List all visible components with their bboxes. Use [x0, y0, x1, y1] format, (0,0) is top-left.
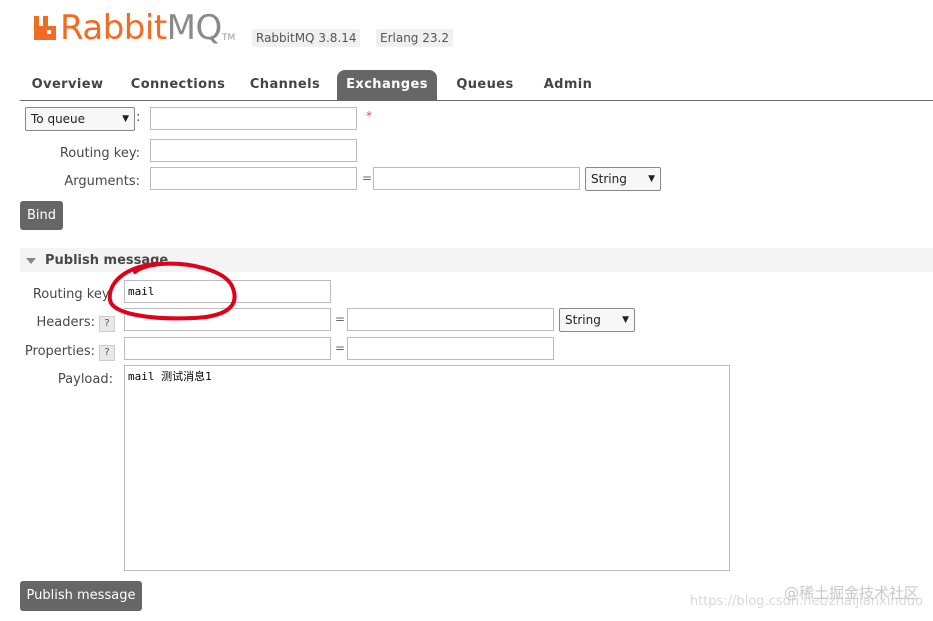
logo-trademark: TM: [222, 33, 236, 43]
watermark-text: @稀土掘金技术社区: [783, 584, 919, 602]
properties-help-icon[interactable]: ?: [99, 345, 115, 361]
payload-label: Payload:: [57, 372, 113, 387]
headers-label: Headers:: [36, 315, 96, 330]
header-equals: =: [335, 312, 346, 326]
binding-routing-key-label: Routing key:: [59, 146, 140, 161]
header-type-value: String: [565, 313, 601, 327]
chevron-down-icon: ▼: [122, 114, 129, 124]
rabbitmq-version-badge: RabbitMQ 3.8.14: [252, 29, 361, 47]
logo-mq: MQ: [166, 8, 223, 48]
tab-connections[interactable]: Connections: [122, 70, 234, 100]
argument-key-input[interactable]: [150, 167, 357, 190]
logo-rabbit: Rabbit: [60, 8, 167, 48]
tab-divider: [20, 100, 933, 101]
property-value-input[interactable]: [347, 337, 554, 360]
annotation-circle: [107, 261, 237, 321]
destination-input[interactable]: [150, 107, 357, 130]
argument-type-select[interactable]: String ▼: [585, 167, 661, 191]
payload-textarea[interactable]: mail 测试消息1: [124, 365, 730, 571]
erlang-version-badge: Erlang 23.2: [376, 29, 453, 47]
tab-queues[interactable]: Queues: [446, 70, 524, 100]
tab-exchanges[interactable]: Exchanges: [337, 70, 437, 100]
rabbitmq-logo-text: RabbitMQ: [60, 8, 222, 48]
property-equals: =: [335, 341, 346, 355]
binding-routing-key-input[interactable]: [150, 139, 357, 162]
tab-channels[interactable]: Channels: [240, 70, 330, 100]
chevron-down-icon: ▼: [622, 315, 629, 325]
header-value-input[interactable]: [347, 308, 554, 331]
arguments-label: Arguments:: [64, 174, 140, 189]
tab-overview[interactable]: Overview: [20, 70, 115, 100]
destination-type-value: To queue: [31, 112, 86, 126]
tab-admin[interactable]: Admin: [533, 70, 603, 100]
argument-equals: =: [362, 171, 373, 185]
destination-colon: :: [136, 110, 141, 125]
rabbitmq-logo-icon: [34, 16, 56, 40]
destination-type-select[interactable]: To queue ▼: [25, 107, 135, 131]
argument-value-input[interactable]: [373, 167, 580, 190]
property-key-input[interactable]: [124, 337, 331, 360]
collapse-triangle-icon[interactable]: [26, 258, 36, 264]
publish-message-button[interactable]: Publish message: [20, 581, 142, 611]
header-type-select[interactable]: String ▼: [559, 308, 635, 332]
argument-type-value: String: [591, 172, 627, 186]
properties-label: Properties:: [24, 344, 95, 359]
chevron-down-icon: ▼: [648, 174, 655, 184]
bind-button[interactable]: Bind: [20, 201, 63, 230]
required-marker: *: [366, 109, 372, 123]
